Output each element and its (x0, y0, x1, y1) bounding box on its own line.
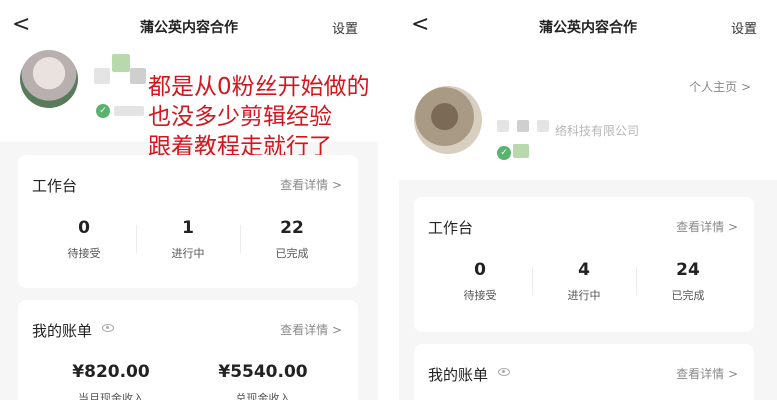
stat-in-progress[interactable]: 4 进行中 (534, 259, 634, 303)
workbench-card: 工作台 查看详情 > 0 待接受 1 进行中 22 已完成 (18, 155, 358, 288)
homepage-link[interactable]: 个人主页 > (689, 78, 751, 95)
workbench-details-link[interactable]: 查看详情 > (280, 176, 342, 193)
bill-card: 我的账单 查看详情 > (414, 344, 754, 400)
avatar[interactable] (414, 86, 482, 154)
stat-completed[interactable]: 22 已完成 (242, 217, 342, 261)
workbench-card: 工作台 查看详情 > 0 待接受 4 进行中 24 已完成 (414, 197, 754, 332)
bill-card: 我的账单 查看详情 > ¥820.00 当月现金收入 ¥5540.00 总现金收… (18, 300, 358, 400)
stat-label: 已完成 (671, 289, 705, 302)
stat-pending[interactable]: 0 待接受 (430, 259, 530, 303)
blurred-name (537, 120, 549, 132)
stat-label: 已完成 (275, 247, 309, 260)
total-income-amount: ¥5540.00 (218, 362, 308, 382)
workbench-stats: 0 待接受 4 进行中 24 已完成 (414, 259, 754, 309)
eye-icon[interactable] (498, 368, 510, 376)
settings-button[interactable]: 设置 (731, 18, 757, 37)
stat-label: 待接受 (67, 247, 101, 260)
workbench-details-link[interactable]: 查看详情 > (676, 218, 738, 235)
profile-section: 个人主页 > 络科技有限公司 ✓ (399, 50, 777, 180)
stat-in-progress[interactable]: 1 进行中 (138, 217, 238, 261)
page-title: 蒲公英内容合作 (140, 20, 238, 36)
screen-gap (378, 0, 399, 400)
verified-badge-icon: ✓ (96, 104, 110, 118)
divider (136, 225, 137, 253)
nav-bar: < 蒲公英内容合作 设置 (0, 0, 378, 50)
total-income: ¥5540.00 总现金收入 (188, 362, 338, 400)
stat-value: 24 (676, 260, 700, 280)
divider (532, 267, 533, 295)
stat-value: 4 (578, 260, 590, 280)
blurred-name (130, 68, 146, 84)
divider (240, 225, 241, 253)
overlay-line-1: 都是从0粉丝开始做的 (148, 74, 370, 100)
blurred-name (94, 68, 110, 84)
blurred-name (517, 120, 529, 132)
blurred-company (114, 106, 144, 116)
blurred-company (513, 144, 529, 158)
bill-title: 我的账单 (428, 366, 489, 384)
page-title: 蒲公英内容合作 (539, 20, 637, 36)
stat-completed[interactable]: 24 已完成 (638, 259, 738, 303)
stat-pending[interactable]: 0 待接受 (34, 217, 134, 261)
workbench-stats: 0 待接受 1 进行中 22 已完成 (18, 217, 358, 267)
bill-details-link[interactable]: 查看详情 > (280, 321, 342, 338)
monthly-income-amount: ¥820.00 (72, 362, 150, 382)
bill-details-link[interactable]: 查看详情 > (676, 365, 738, 382)
stat-label: 进行中 (171, 247, 205, 260)
total-income-label: 总现金收入 (235, 392, 291, 400)
eye-icon[interactable] (102, 324, 114, 332)
stat-value: 0 (474, 260, 486, 280)
divider (636, 267, 637, 295)
verified-badge-icon: ✓ (497, 146, 511, 160)
avatar[interactable] (20, 50, 78, 108)
workbench-title: 工作台 (428, 219, 474, 237)
overlay-line-2: 也没多少剪辑经验 (148, 104, 332, 130)
overlay-caption: 都是从0粉丝开始做的 也没多少剪辑经验 跟着教程走就行了 (148, 72, 370, 162)
nav-bar: < 蒲公英内容合作 设置 (399, 0, 777, 50)
workbench-title: 工作台 (32, 177, 78, 195)
monthly-income: ¥820.00 当月现金收入 (36, 362, 186, 400)
settings-button[interactable]: 设置 (332, 18, 358, 37)
bill-title: 我的账单 (32, 322, 93, 340)
company-name: 络科技有限公司 (555, 124, 640, 138)
blurred-name (112, 54, 130, 72)
monthly-income-label: 当月现金收入 (78, 392, 144, 400)
stat-value: 22 (280, 218, 304, 238)
right-screen: < 蒲公英内容合作 设置 个人主页 > 络科技有限公司 ✓ 工作台 查看详情 >… (399, 0, 777, 400)
stat-label: 进行中 (567, 289, 601, 302)
stat-value: 1 (182, 218, 194, 238)
stat-label: 待接受 (463, 289, 497, 302)
stat-value: 0 (78, 218, 90, 238)
left-screen: < 蒲公英内容合作 设置 ✓ 都是从0粉丝开始做的 也没多少剪辑经验 跟着教程走… (0, 0, 378, 400)
blurred-name (497, 120, 509, 132)
